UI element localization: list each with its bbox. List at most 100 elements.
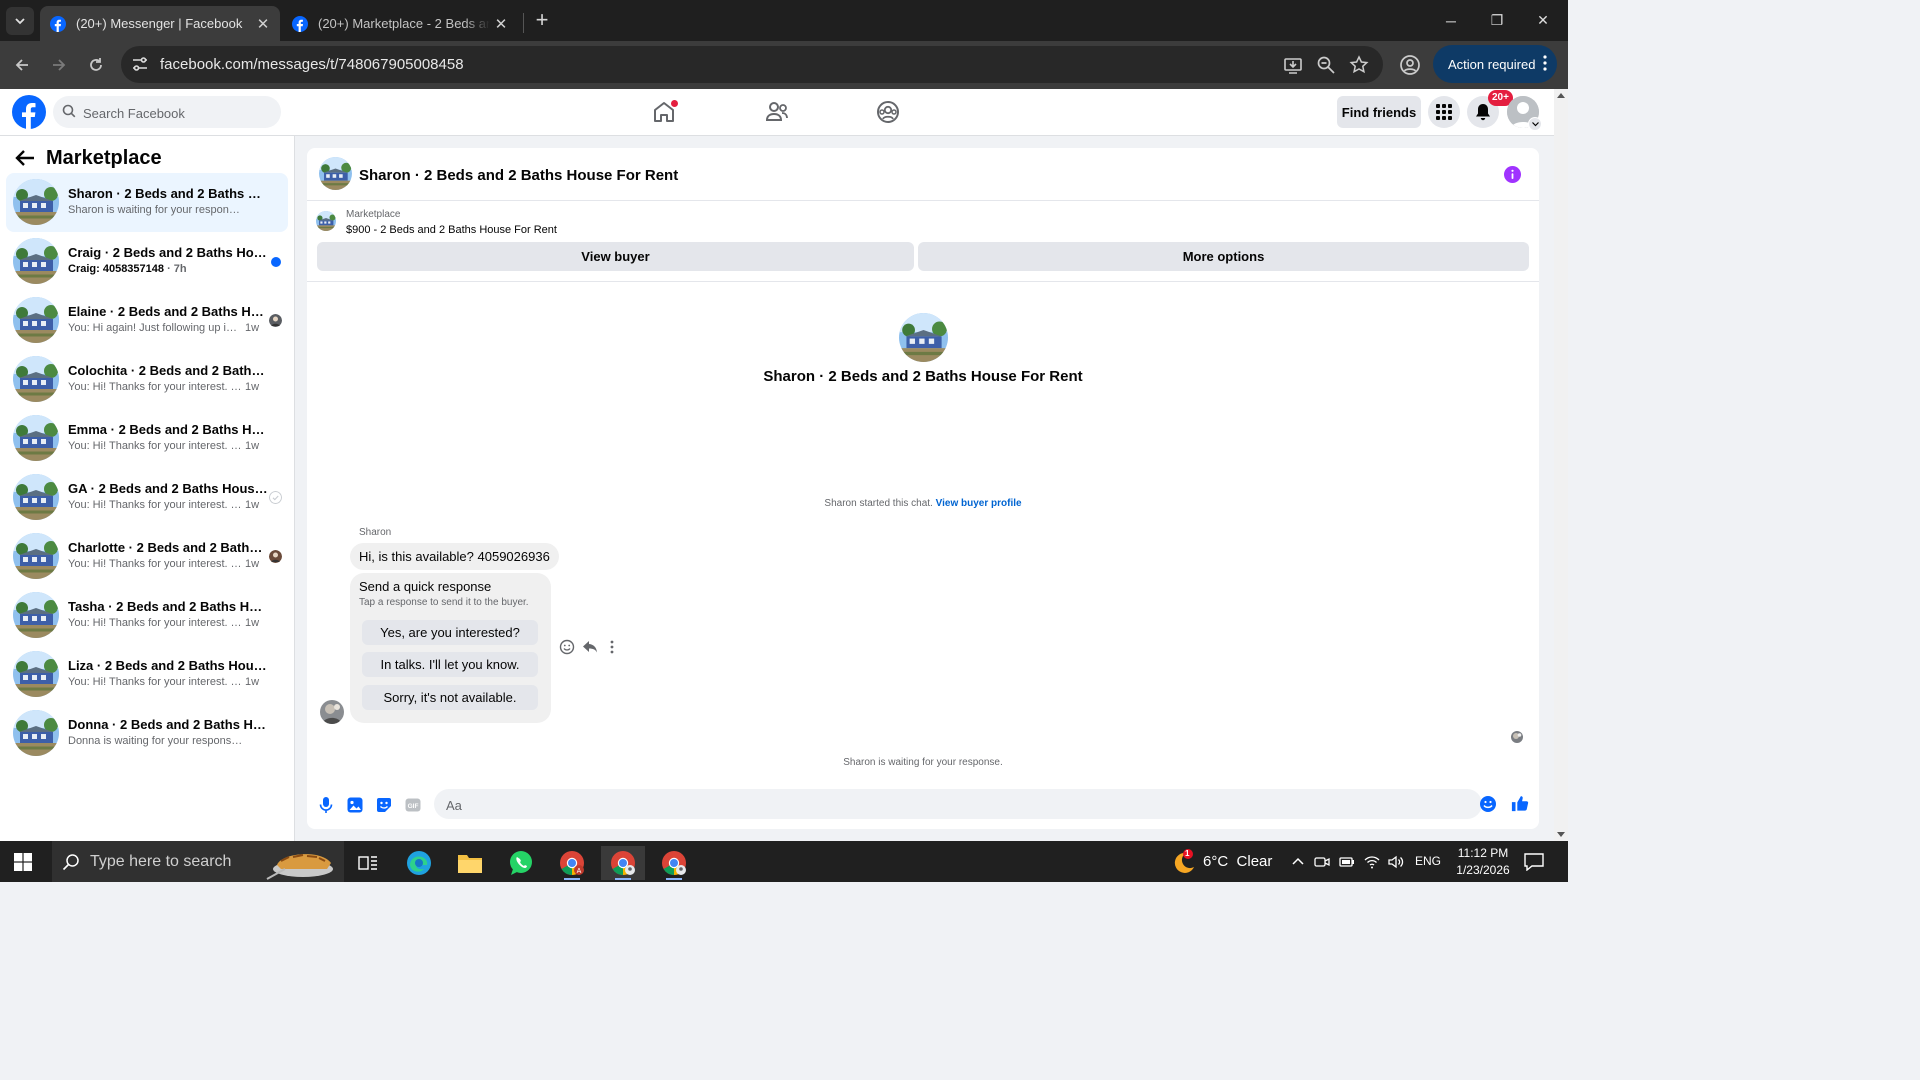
menu-button[interactable]	[1428, 96, 1460, 128]
more-options-button[interactable]: More options	[918, 242, 1529, 271]
chat-list-item[interactable]: Emma · 2 Beds and 2 Baths House For Rent…	[6, 409, 288, 468]
microphone-icon[interactable]	[317, 796, 335, 814]
task-view-button[interactable]	[346, 846, 390, 880]
windows-start-icon[interactable]	[14, 853, 32, 871]
address-bar[interactable]: facebook.com/messages/t/748067905008458	[121, 46, 1383, 83]
account-menu-chevron[interactable]	[1528, 117, 1542, 131]
listing-source: Marketplace	[346, 209, 401, 220]
zoom-icon[interactable]	[1316, 55, 1336, 75]
page-scrollbar[interactable]	[1554, 89, 1568, 841]
battery-icon[interactable]	[1339, 854, 1355, 870]
reload-button[interactable]	[82, 51, 110, 79]
photo-icon[interactable]	[346, 796, 364, 814]
conversation-title[interactable]: Sharon · 2 Beds and 2 Baths House For Re…	[359, 167, 678, 184]
back-button[interactable]	[8, 51, 36, 79]
conversation-profile-avatar[interactable]	[899, 313, 948, 362]
tab-marketplace[interactable]: (20+) Marketplace - 2 Beds and 2 Baths H…	[282, 6, 518, 41]
thumbs-up-icon[interactable]	[1511, 794, 1529, 812]
sender-avatar[interactable]	[320, 700, 344, 724]
facebook-logo-icon[interactable]	[12, 95, 46, 129]
info-icon[interactable]	[1504, 166, 1521, 183]
bookmark-star-icon[interactable]	[1349, 55, 1369, 75]
chat-time: 1w	[245, 499, 260, 511]
seen-avatar-icon	[269, 550, 282, 563]
show-hidden-icons-chevron-icon[interactable]	[1290, 854, 1306, 870]
chat-list-item[interactable]: Charlotte · 2 Beds and 2 Baths House For…	[6, 527, 288, 586]
close-window-button[interactable]: ✕	[1520, 0, 1566, 41]
incoming-message-bubble[interactable]: Hi, is this available? 4059026936	[350, 543, 559, 570]
house-photo-icon	[13, 710, 59, 756]
chat-list-item[interactable]: Elaine · 2 Beds and 2 Baths House For Re…	[6, 291, 288, 350]
search-icon	[62, 104, 76, 118]
chat-list-item[interactable]: GA · 2 Beds and 2 Baths House For Rent Yo…	[6, 468, 288, 527]
forward-button[interactable]	[45, 51, 73, 79]
view-buyer-button[interactable]: View buyer	[317, 242, 914, 271]
taskbar-search-placeholder: Type here to search	[90, 853, 232, 870]
listing-price-title[interactable]: $900 - 2 Beds and 2 Baths House For Rent	[346, 224, 557, 236]
chat-list-item[interactable]: Tasha · 2 Beds and 2 Baths House For Ren…	[6, 586, 288, 645]
file-explorer-taskbar-app[interactable]	[448, 846, 492, 880]
quick-response-not-available-button[interactable]: Sorry, it's not available.	[362, 685, 538, 710]
quick-response-yes-button[interactable]: Yes, are you interested?	[362, 620, 538, 645]
scroll-down-arrow[interactable]	[1557, 832, 1565, 837]
tab-close-button[interactable]: ✕	[252, 13, 274, 35]
listing-thumbnail[interactable]	[316, 211, 336, 231]
volume-icon[interactable]	[1388, 854, 1404, 870]
edge-taskbar-app[interactable]	[397, 846, 441, 880]
chat-snippet-text: You: Hi! Thanks for your interest. To sc…	[68, 617, 243, 629]
weather-widget[interactable]: 1 6°C Clear	[1170, 849, 1272, 875]
chat-started-notice: Sharon started this chat. View buyer pro…	[307, 498, 1539, 509]
more-actions-icon[interactable]	[609, 639, 615, 655]
sticker-icon[interactable]	[375, 796, 393, 814]
groups-icon[interactable]	[875, 99, 901, 125]
tab-search-button[interactable]	[6, 7, 34, 35]
input-language-indicator[interactable]: ENG	[1415, 854, 1441, 868]
quick-response-in-talks-button[interactable]: In talks. I'll let you know.	[362, 652, 538, 677]
install-app-icon[interactable]	[1283, 55, 1303, 75]
action-center-icon[interactable]	[1524, 853, 1544, 871]
facebook-search-input[interactable]	[81, 96, 275, 130]
smiley-react-icon[interactable]	[559, 639, 575, 655]
chat-list-item[interactable]: Sharon · 2 Beds and 2 Baths House For Re…	[6, 173, 288, 232]
chat-avatar	[13, 356, 59, 402]
quick-response-subtitle: Tap a response to send it to the buyer.	[359, 597, 529, 608]
new-tab-button[interactable]: +	[530, 9, 554, 33]
chat-list-item[interactable]: Craig · 2 Beds and 2 Baths House For Ren…	[6, 232, 288, 291]
chat-name: Charlotte · 2 Beds and 2 Baths House For…	[68, 540, 268, 555]
find-friends-button[interactable]: Find friends	[1337, 96, 1421, 128]
taskbar-clock[interactable]: 11:12 PM 1/23/2026	[1447, 845, 1519, 879]
restore-button[interactable]: ❐	[1474, 0, 1520, 41]
gif-icon[interactable]: GIF	[404, 796, 422, 814]
meet-now-icon[interactable]	[1314, 854, 1330, 870]
facebook-search	[53, 96, 281, 130]
message-input[interactable]	[444, 789, 1448, 821]
back-arrow-icon[interactable]	[15, 149, 35, 167]
reply-icon[interactable]	[582, 639, 598, 655]
chat-list-item[interactable]: Colochita · 2 Beds and 2 Baths House For…	[6, 350, 288, 409]
chat-list-item[interactable]: Donna · 2 Beds and 2 Baths House For Ren…	[6, 704, 288, 763]
chat-list-item[interactable]: Liza · 2 Beds and 2 Baths House For Rent…	[6, 645, 288, 704]
action-required-button[interactable]: Action required	[1433, 45, 1557, 83]
chrome-icon	[662, 851, 686, 875]
taskbar-search-box[interactable]: Type here to search	[52, 841, 344, 882]
chrome-taskbar-app-1[interactable]: A	[550, 846, 594, 880]
conversation-avatar[interactable]	[319, 157, 352, 190]
chrome-taskbar-app-3[interactable]	[652, 846, 696, 880]
emoji-icon[interactable]	[1479, 795, 1497, 813]
browser-profile-icon[interactable]	[1398, 53, 1422, 77]
svg-text:A: A	[577, 868, 582, 875]
tab-messenger[interactable]: (20+) Messenger | Facebook ✕	[40, 6, 280, 41]
scroll-up-arrow[interactable]	[1557, 93, 1565, 98]
chrome-taskbar-app-2[interactable]	[601, 846, 645, 880]
minimize-button[interactable]: ─	[1428, 0, 1474, 41]
site-info-icon[interactable]	[131, 55, 149, 73]
whatsapp-taskbar-app[interactable]	[499, 846, 543, 880]
friends-icon[interactable]	[764, 99, 790, 125]
view-buyer-profile-link[interactable]: View buyer profile	[936, 498, 1022, 509]
windows-taskbar: Type here to search A 1 6°C Clear ENG 11…	[0, 841, 1568, 882]
tab-close-button[interactable]: ✕	[490, 13, 512, 35]
wifi-icon[interactable]	[1364, 854, 1380, 870]
chat-name: Sharon · 2 Beds and 2 Baths House For Re…	[68, 186, 268, 201]
chat-snippet-text: You: Hi! Thanks for your interest. To sc…	[68, 676, 243, 688]
chat-avatar	[13, 533, 59, 579]
